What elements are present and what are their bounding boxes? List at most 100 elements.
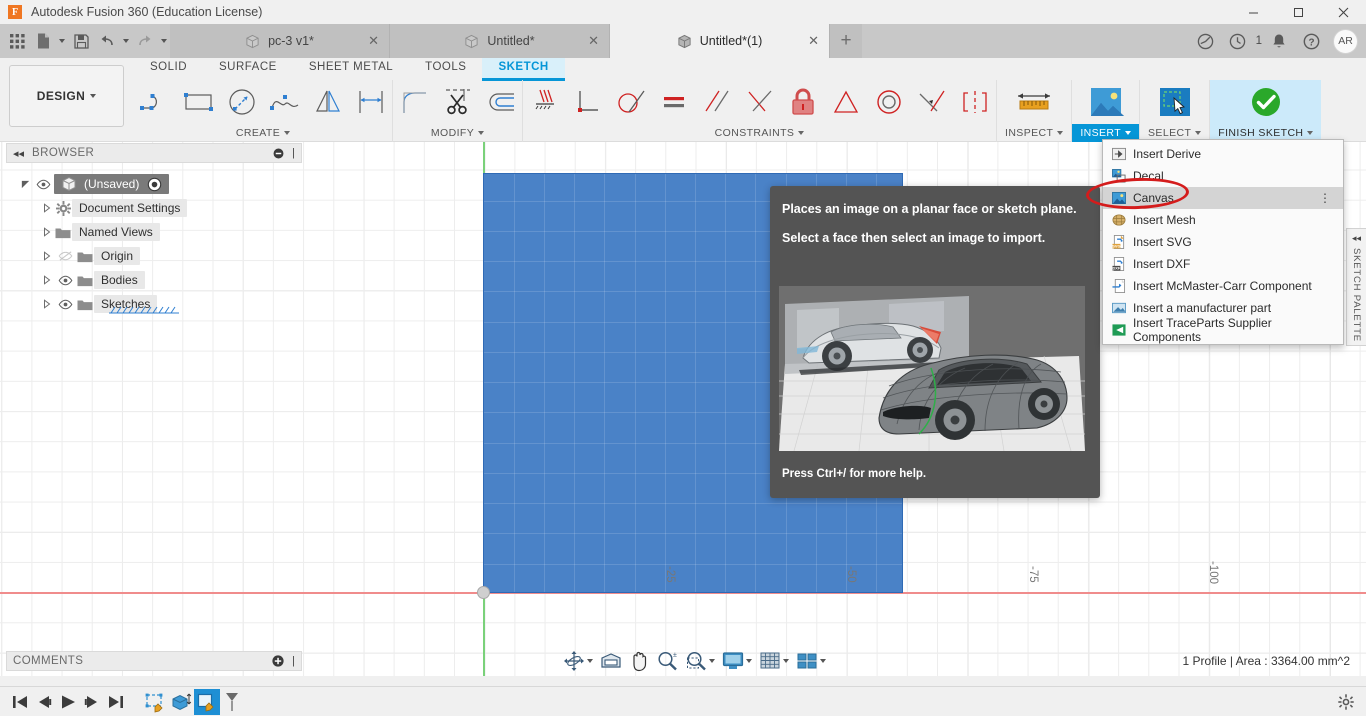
orbit-icon[interactable] (560, 649, 596, 673)
browser-root-node[interactable]: (Unsaved) (6, 172, 302, 196)
fillet-icon[interactable] (393, 80, 436, 124)
canvas-overflow-icon[interactable]: ⋮ (1319, 195, 1331, 202)
expand-arrow-icon[interactable] (40, 275, 54, 285)
expand-arrow-icon[interactable] (40, 299, 54, 309)
menu-item-insert-svg[interactable]: SVG Insert SVG (1103, 231, 1343, 253)
tangent-icon[interactable] (609, 80, 652, 124)
sketch-origin-point[interactable] (477, 586, 490, 599)
bell-icon[interactable] (1264, 26, 1294, 56)
menu-item-insert-mcmaster-carr[interactable]: Insert McMaster-Carr Component (1103, 275, 1343, 297)
eye-icon[interactable] (32, 179, 54, 190)
browser-item-origin[interactable]: Origin (6, 244, 302, 268)
doc-tab-close-2[interactable]: ✕ (808, 33, 819, 49)
ribbon-group-label-modify[interactable]: MODIFY (393, 124, 522, 142)
new-file-icon[interactable] (30, 27, 56, 55)
coincident-icon[interactable] (738, 80, 781, 124)
help-icon[interactable]: ? (1296, 26, 1326, 56)
spline-icon[interactable] (263, 80, 306, 124)
eye-off-icon[interactable] (54, 250, 76, 262)
maximize-button[interactable] (1276, 0, 1321, 24)
perpendicular-icon[interactable] (566, 80, 609, 124)
sketch-feature-icon[interactable] (142, 689, 168, 715)
add-comment-icon[interactable] (272, 655, 284, 667)
play-icon[interactable] (56, 689, 80, 715)
sketch-dimension-icon[interactable] (349, 80, 392, 124)
menu-item-insert-traceparts[interactable]: Insert TraceParts Supplier Components (1103, 319, 1343, 341)
undo-icon[interactable] (94, 27, 120, 55)
browser-grip-icon[interactable]: | (292, 147, 295, 159)
workspace-switcher[interactable]: DESIGN (9, 65, 124, 127)
fix-unfix-icon[interactable] (781, 80, 824, 124)
display-settings-icon[interactable] (719, 649, 755, 673)
browser-item-named-views[interactable]: Named Views (6, 220, 302, 244)
expand-arrow-icon[interactable] (40, 251, 54, 261)
line-icon[interactable] (134, 80, 177, 124)
menu-item-insert-dxf[interactable]: DXF Insert DXF (1103, 253, 1343, 275)
comments-grip-icon[interactable]: | (292, 655, 295, 667)
equal-icon[interactable] (652, 80, 695, 124)
close-button[interactable] (1321, 0, 1366, 24)
pan-icon[interactable] (626, 649, 652, 673)
insert-button[interactable]: INSERT (1072, 80, 1139, 142)
expand-arrow-icon[interactable] (40, 203, 54, 213)
redo-caret[interactable] (158, 27, 170, 55)
grid-snaps-icon[interactable] (756, 649, 792, 673)
extensions-icon[interactable] (1191, 26, 1221, 56)
midpoint-icon[interactable] (824, 80, 867, 124)
rectangle-icon[interactable] (177, 80, 220, 124)
new-document-tab-button[interactable]: + (830, 24, 862, 58)
eye-icon[interactable] (54, 275, 76, 286)
app-grid-icon[interactable] (4, 27, 30, 55)
finish-sketch-button[interactable]: FINISH SKETCH (1210, 80, 1321, 142)
ribbon-tab-tools[interactable]: TOOLS (409, 58, 482, 80)
browser-item-sketches[interactable]: Sketches (6, 292, 302, 316)
doc-tab-0[interactable]: pc-3 v1* ✕ (170, 24, 390, 58)
menu-item-canvas[interactable]: Canvas ⋮ (1103, 187, 1343, 209)
sketch-palette-tab[interactable]: ◂◂ SKETCH PALETTE (1346, 228, 1366, 346)
ribbon-tab-sheet-metal[interactable]: SHEET METAL (293, 58, 409, 80)
concentric-icon[interactable] (867, 80, 910, 124)
menu-item-insert-derive[interactable]: Insert Derive (1103, 143, 1343, 165)
jump-to-end-icon[interactable] (104, 689, 128, 715)
avatar[interactable]: AR (1333, 29, 1358, 54)
timeline-marker-icon[interactable] (220, 689, 246, 715)
circle-icon[interactable] (220, 80, 263, 124)
expand-arrow-icon[interactable] (40, 227, 54, 237)
zoom-icon[interactable]: ± (653, 649, 681, 673)
redo-icon[interactable] (132, 27, 158, 55)
select-button[interactable]: SELECT (1140, 80, 1209, 142)
save-icon[interactable] (68, 27, 94, 55)
doc-tab-2[interactable]: Untitled*(1) ✕ (610, 24, 830, 58)
inspect-button[interactable]: INSPECT (997, 80, 1071, 142)
eye-icon[interactable] (54, 299, 76, 310)
viewports-icon[interactable] (793, 649, 829, 673)
activate-radio-icon[interactable] (145, 177, 163, 192)
extrude-feature-icon[interactable] (168, 689, 194, 715)
ribbon-tab-solid[interactable]: SOLID (134, 58, 203, 80)
ribbon-tab-sketch[interactable]: SKETCH (482, 58, 564, 80)
job-status-icon[interactable] (1223, 26, 1253, 56)
minimize-button[interactable] (1231, 0, 1276, 24)
doc-tab-1[interactable]: Untitled* ✕ (390, 24, 610, 58)
undo-caret[interactable] (120, 27, 132, 55)
new-file-caret[interactable] (56, 27, 68, 55)
zoom-window-icon[interactable] (682, 649, 718, 673)
ribbon-group-label-create[interactable]: CREATE (134, 124, 392, 142)
ribbon-tab-surface[interactable]: SURFACE (203, 58, 293, 80)
timeline-settings-gear-icon[interactable] (1338, 694, 1354, 710)
collapse-browser-icon[interactable]: ◂◂ (13, 147, 24, 160)
trim-icon[interactable] (436, 80, 479, 124)
offset-icon[interactable] (479, 80, 522, 124)
mirror-icon[interactable] (306, 80, 349, 124)
expand-arrow-icon[interactable] (18, 179, 32, 190)
jump-to-beginning-icon[interactable] (8, 689, 32, 715)
doc-tab-close-0[interactable]: ✕ (368, 33, 379, 49)
step-forward-icon[interactable] (80, 689, 104, 715)
collapse-palette-icon[interactable]: ◂◂ (1352, 233, 1361, 244)
browser-item-bodies[interactable]: Bodies (6, 268, 302, 292)
browser-item-document-settings[interactable]: Document Settings (6, 196, 302, 220)
doc-tab-close-1[interactable]: ✕ (588, 33, 599, 49)
step-back-icon[interactable] (32, 689, 56, 715)
sketch2-feature-icon[interactable] (194, 689, 220, 715)
collinear-icon[interactable] (910, 80, 953, 124)
